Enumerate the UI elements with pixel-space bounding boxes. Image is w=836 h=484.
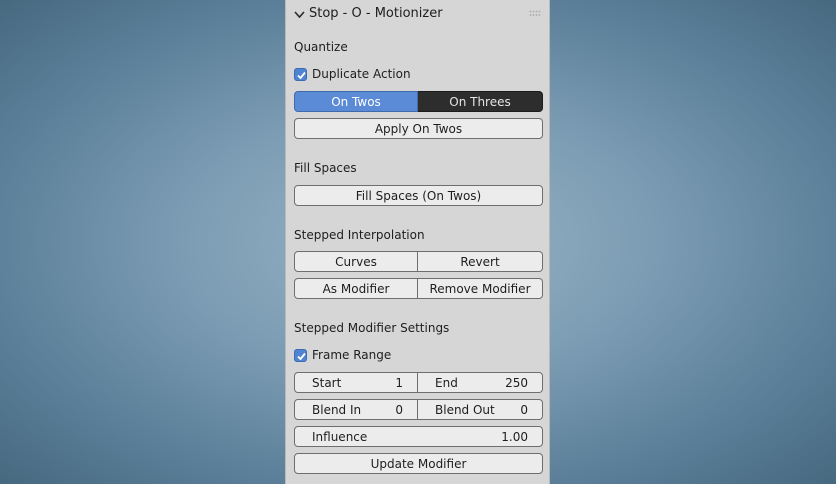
- frame-range-label: Frame Range: [312, 348, 392, 362]
- start-frame-label: Start: [312, 375, 342, 390]
- duplicate-action-label: Duplicate Action: [312, 67, 411, 81]
- quantize-section-label: Quantize: [294, 40, 348, 54]
- curves-button[interactable]: Curves: [294, 251, 418, 272]
- chevron-down-icon[interactable]: [294, 10, 305, 19]
- duplicate-action-checkbox[interactable]: Duplicate Action: [294, 66, 411, 82]
- fill-spaces-button[interactable]: Fill Spaces (On Twos): [294, 185, 543, 206]
- panel-title: Stop - O - Motionizer: [309, 6, 443, 21]
- frame-range-checkbox[interactable]: Frame Range: [294, 347, 391, 363]
- drag-grip-icon[interactable]: [529, 10, 541, 18]
- checkbox-checked-icon[interactable]: [294, 67, 307, 81]
- fill-spaces-section-label: Fill Spaces: [294, 161, 357, 175]
- on-twos-toggle[interactable]: On Twos: [294, 91, 418, 112]
- update-modifier-button[interactable]: Update Modifier: [294, 453, 543, 474]
- blend-in-value: 0: [395, 402, 403, 417]
- blend-in-label: Blend In: [312, 402, 362, 417]
- blend-out-label: Blend Out: [435, 402, 495, 417]
- on-threes-toggle[interactable]: On Threes: [418, 91, 543, 112]
- end-frame-value: 250: [505, 375, 528, 390]
- stepped-interpolation-section-label: Stepped Interpolation: [294, 228, 425, 242]
- revert-button[interactable]: Revert: [418, 251, 543, 272]
- panel-header[interactable]: Stop - O - Motionizer: [286, 0, 549, 30]
- as-modifier-button[interactable]: As Modifier: [294, 278, 418, 299]
- start-frame-value: 1: [395, 375, 403, 390]
- influence-field[interactable]: Influence 1.00: [294, 426, 543, 447]
- end-frame-label: End: [435, 375, 458, 390]
- blend-in-field[interactable]: Blend In 0: [294, 399, 418, 420]
- influence-label: Influence: [312, 429, 368, 444]
- influence-value: 1.00: [501, 429, 528, 444]
- modifier-settings-section-label: Stepped Modifier Settings: [294, 321, 450, 335]
- end-frame-field[interactable]: End 250: [418, 372, 543, 393]
- remove-modifier-button[interactable]: Remove Modifier: [418, 278, 543, 299]
- blend-out-field[interactable]: Blend Out 0: [418, 399, 543, 420]
- start-frame-field[interactable]: Start 1: [294, 372, 418, 393]
- motionizer-panel: Stop - O - Motionizer Quantize Duplicate…: [285, 0, 550, 484]
- blend-out-value: 0: [520, 402, 528, 417]
- apply-on-twos-button[interactable]: Apply On Twos: [294, 118, 543, 139]
- checkbox-checked-icon[interactable]: [294, 348, 307, 362]
